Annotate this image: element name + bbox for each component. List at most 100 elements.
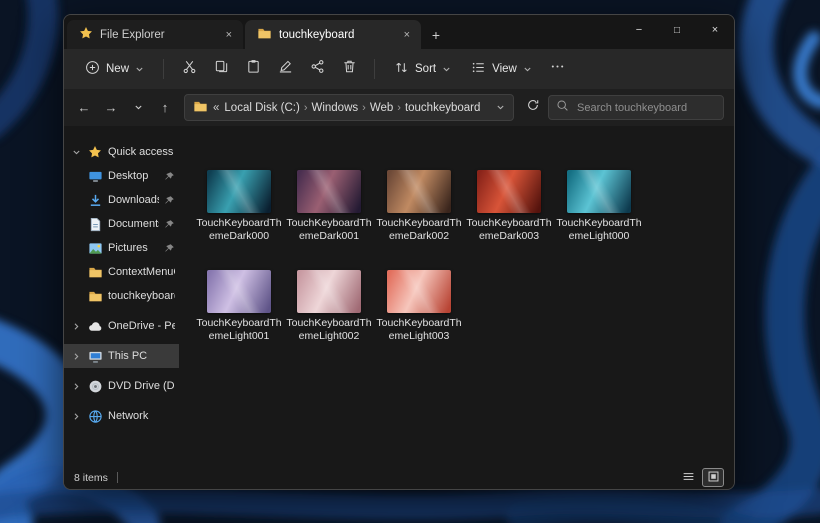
file-tile[interactable]: TouchKeyboardThemeLight002 (285, 270, 373, 343)
rename-icon (278, 59, 293, 79)
monitor-icon (87, 169, 103, 184)
file-thumbnail (567, 170, 631, 213)
breadcrumb[interactable]: « Local Disk (C:)›Windows›Web›touchkeybo… (184, 94, 514, 121)
sidebar-item-pictures[interactable]: Pictures (64, 236, 179, 260)
command-bar: New Sort View (64, 49, 734, 89)
sort-button[interactable]: Sort (385, 55, 460, 83)
tab-close-icon[interactable]: × (223, 29, 235, 41)
breadcrumb-item[interactable]: Windows (311, 102, 358, 114)
sidebar-item-label: Quick access (108, 146, 175, 158)
paste-button[interactable] (238, 55, 268, 83)
cut-button[interactable] (174, 55, 204, 83)
folder-icon (87, 265, 103, 280)
new-tab-button[interactable]: + (423, 20, 449, 49)
maximize-button[interactable]: □ (658, 15, 696, 45)
tab-touchkeyboard[interactable]: touchkeyboard × (245, 20, 421, 49)
view-icon (471, 60, 486, 78)
window-controls: − □ × (620, 15, 734, 47)
file-thumbnail (207, 270, 271, 313)
share-button[interactable] (302, 55, 332, 83)
large-icons-view-icon (707, 470, 720, 486)
file-tile[interactable]: TouchKeyboardThemeDark000 (195, 170, 283, 243)
minimize-button[interactable]: − (620, 15, 658, 45)
file-name: TouchKeyboardThemeLight003 (375, 317, 463, 343)
sidebar-item-quick-access[interactable]: Quick access (64, 140, 179, 164)
chevron-down-icon[interactable] (71, 148, 82, 157)
star-icon (87, 145, 103, 159)
chevron-down-icon (523, 65, 532, 74)
chevron-down-icon (442, 65, 451, 74)
forward-button[interactable]: → (99, 96, 123, 120)
up-button[interactable]: ↑ (153, 96, 177, 120)
file-thumbnail (207, 170, 271, 213)
large-icons-view-button[interactable] (702, 468, 724, 487)
pin-icon (164, 195, 175, 206)
details-view-icon (682, 470, 695, 486)
address-dropdown-icon[interactable] (496, 103, 505, 112)
sidebar-item-onedrive-personal[interactable]: OneDrive - Personal (64, 314, 179, 338)
sidebar-item-label: Desktop (108, 170, 159, 182)
sort-icon (394, 60, 409, 78)
refresh-icon (526, 98, 540, 117)
tab-close-icon[interactable]: × (401, 29, 413, 41)
rename-button[interactable] (270, 55, 300, 83)
sidebar-item-downloads[interactable]: Downloads (64, 188, 179, 212)
network-icon (87, 409, 103, 424)
details-view-button[interactable] (677, 468, 699, 487)
sidebar-item-this-pc[interactable]: This PC (64, 344, 179, 368)
sidebar-item-documents[interactable]: Documents (64, 212, 179, 236)
new-button-label: New (106, 63, 129, 75)
breadcrumb-item[interactable]: Web (370, 102, 393, 114)
file-name: TouchKeyboardThemeDark002 (375, 217, 463, 243)
delete-icon (342, 59, 357, 79)
chevron-right-icon[interactable] (71, 322, 82, 331)
new-button[interactable]: New (76, 55, 153, 83)
status-divider (117, 472, 118, 483)
chevron-right-icon[interactable] (71, 412, 82, 421)
sidebar-item-label: DVD Drive (D:) CCCO (108, 380, 175, 392)
file-name: TouchKeyboardThemeLight002 (285, 317, 373, 343)
breadcrumb-item[interactable]: Local Disk (C:) (224, 102, 299, 114)
file-tile[interactable]: TouchKeyboardThemeDark002 (375, 170, 463, 243)
breadcrumb-separator: › (360, 102, 368, 114)
file-thumbnail (387, 170, 451, 213)
file-name: TouchKeyboardThemeDark000 (195, 217, 283, 243)
recent-locations-button[interactable] (126, 96, 150, 120)
file-name: TouchKeyboardThemeDark001 (285, 217, 373, 243)
sidebar-item-dvd-drive-d-ccco[interactable]: DVD Drive (D:) CCCO (64, 374, 179, 398)
file-tile[interactable]: TouchKeyboardThemeLight000 (555, 170, 643, 243)
download-icon (87, 193, 103, 208)
items-count: 8 items (74, 472, 108, 484)
cloud-icon (87, 319, 103, 334)
breadcrumb-item[interactable]: touchkeyboard (405, 102, 480, 114)
copy-button[interactable] (206, 55, 236, 83)
view-button[interactable]: View (462, 55, 541, 83)
close-button[interactable]: × (696, 15, 734, 45)
breadcrumb-items: Local Disk (C:)›Windows›Web›touchkeyboar… (224, 102, 480, 114)
file-tile[interactable]: TouchKeyboardThemeLight001 (195, 270, 283, 343)
sidebar-item-desktop[interactable]: Desktop (64, 164, 179, 188)
cut-icon (182, 59, 197, 79)
tab-label: touchkeyboard (279, 29, 394, 41)
chevron-right-icon[interactable] (71, 352, 82, 361)
file-explorer-window: File Explorer × touchkeyboard × + − □ × … (63, 14, 735, 490)
tab-file-explorer[interactable]: File Explorer × (67, 20, 243, 49)
file-tile[interactable]: TouchKeyboardThemeLight003 (375, 270, 463, 343)
refresh-button[interactable] (521, 96, 545, 120)
breadcrumb-overflow[interactable]: « (213, 102, 219, 114)
delete-button[interactable] (334, 55, 364, 83)
file-name: TouchKeyboardThemeLight000 (555, 217, 643, 243)
breadcrumb-separator: › (395, 102, 403, 114)
search-box[interactable] (548, 95, 724, 120)
sidebar-item-network[interactable]: Network (64, 404, 179, 428)
document-icon (87, 217, 103, 232)
file-tile[interactable]: TouchKeyboardThemeDark003 (465, 170, 553, 243)
file-tile[interactable]: TouchKeyboardThemeDark001 (285, 170, 373, 243)
sidebar-item-contextmenucust[interactable]: ContextMenuCust (64, 260, 179, 284)
back-button[interactable]: ← (72, 96, 96, 120)
file-name: TouchKeyboardThemeDark003 (465, 217, 553, 243)
chevron-right-icon[interactable] (71, 382, 82, 391)
more-options-button[interactable] (543, 55, 573, 83)
sidebar-item-touchkeyboard[interactable]: touchkeyboard (64, 284, 179, 308)
search-input[interactable] (575, 101, 716, 115)
